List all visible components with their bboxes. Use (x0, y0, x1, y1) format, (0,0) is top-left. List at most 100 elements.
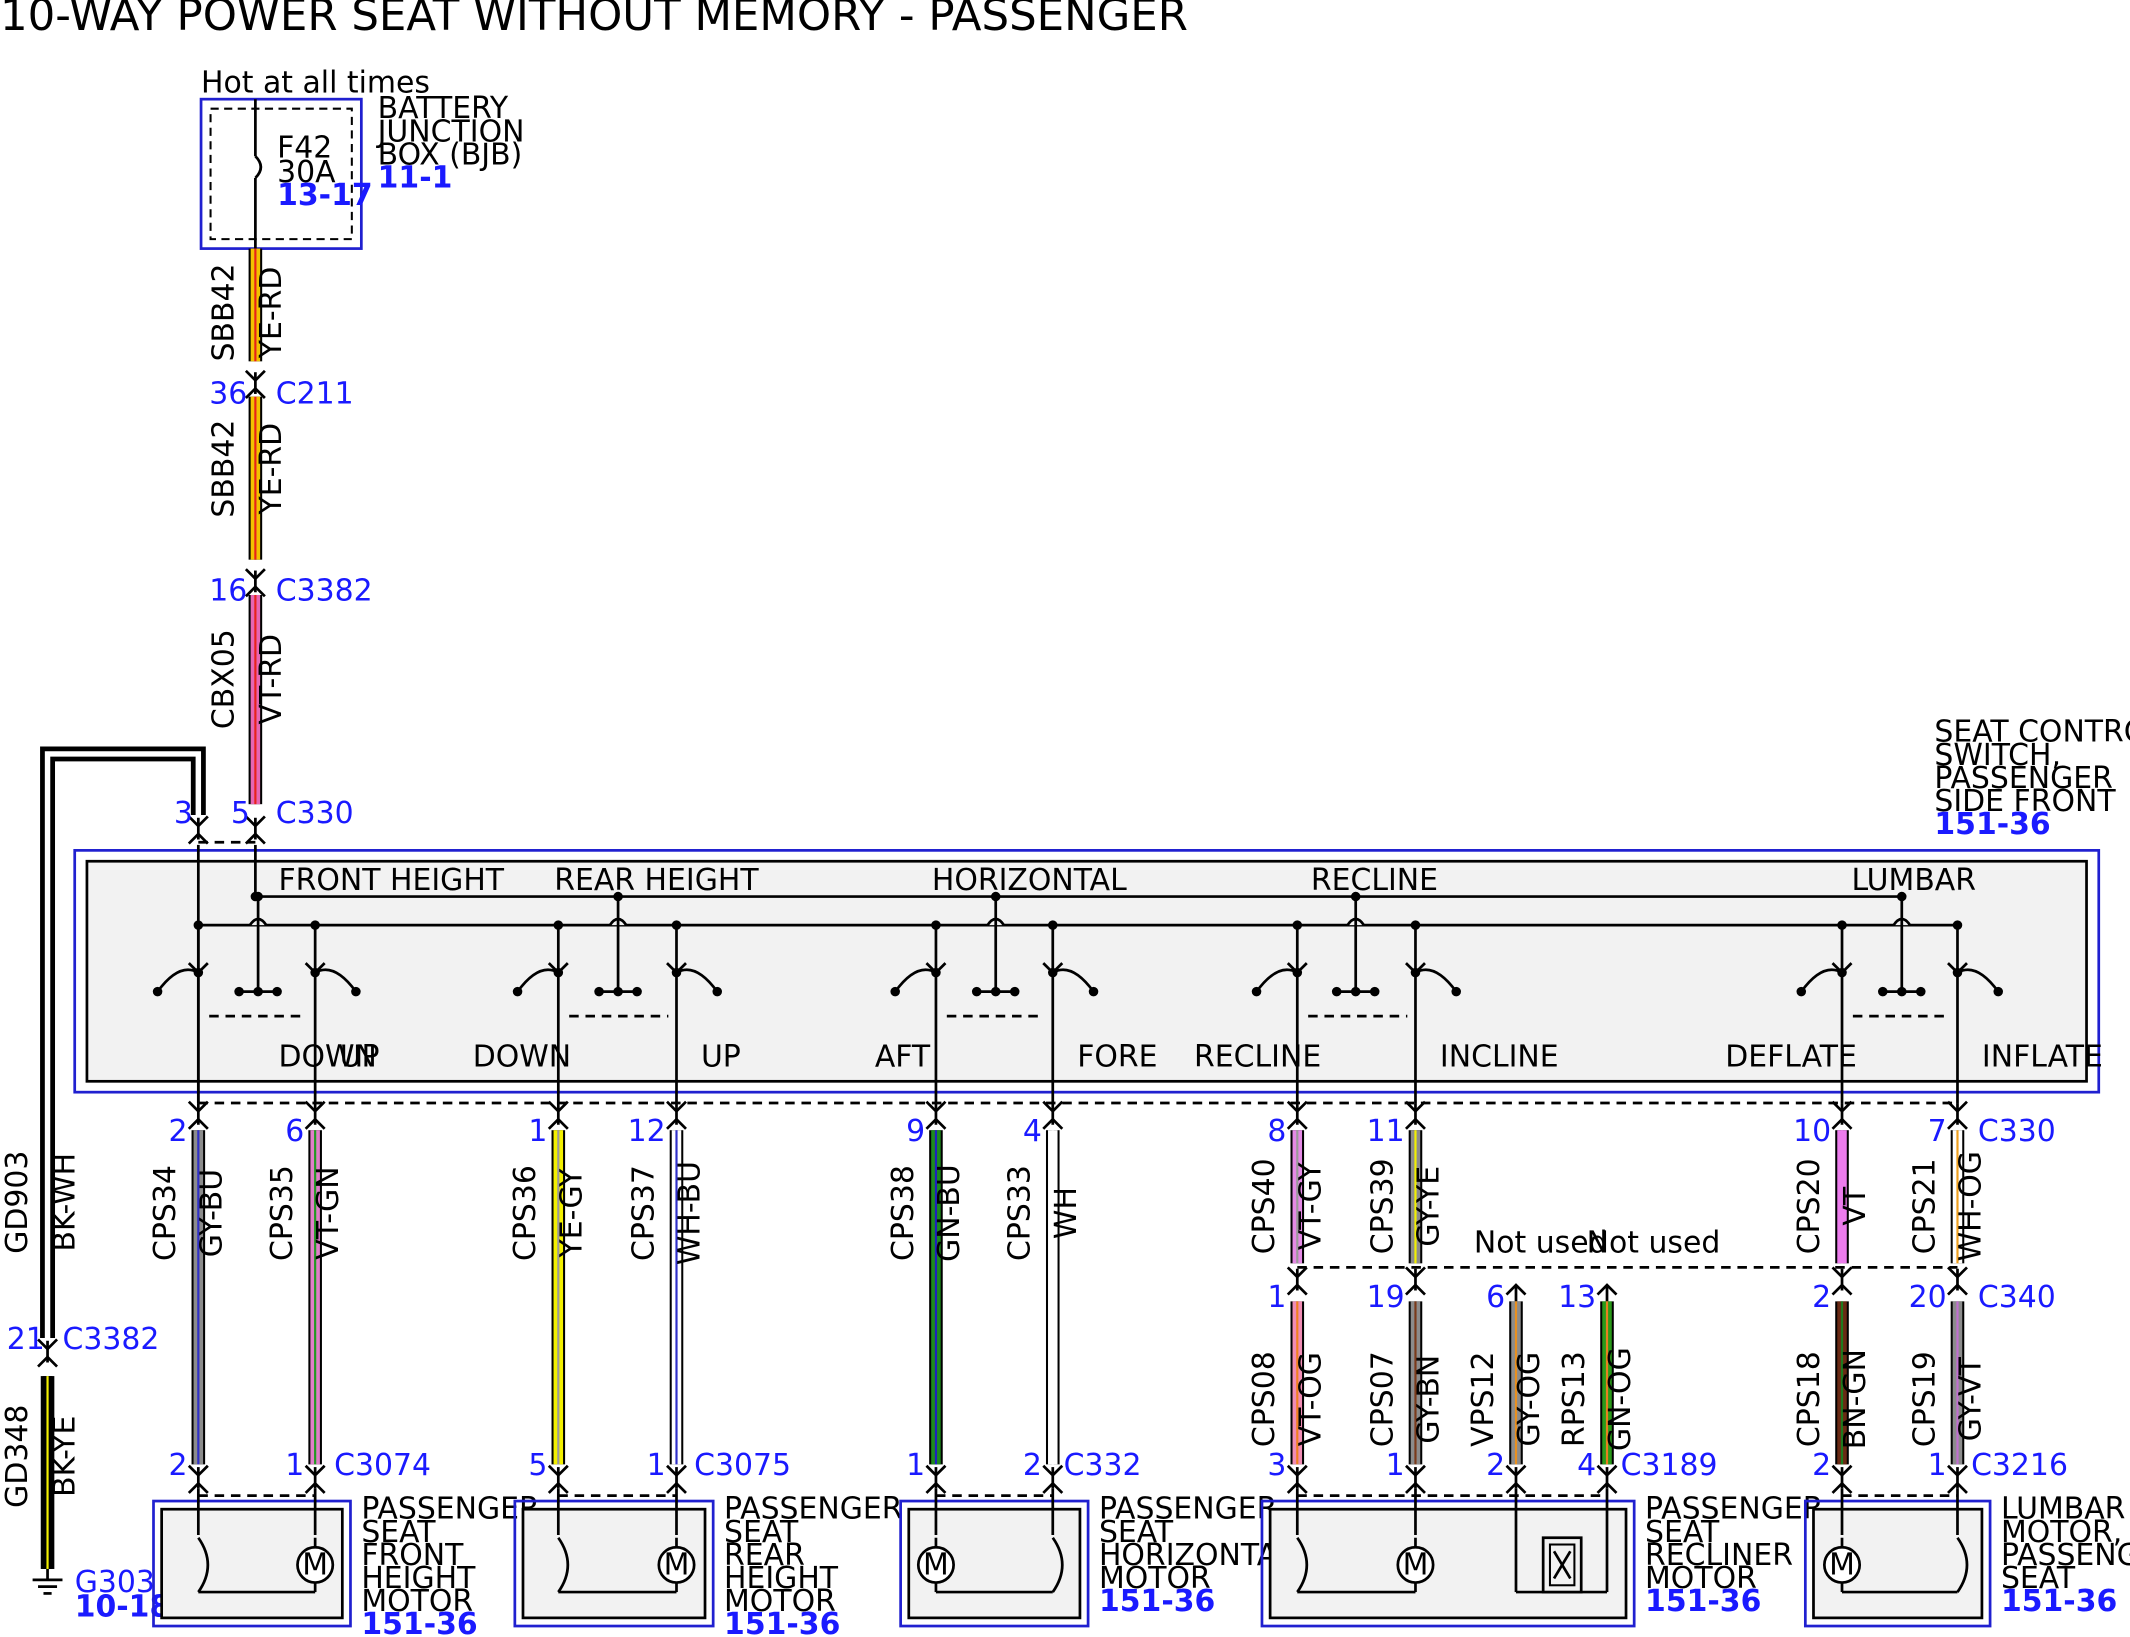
switch-section-name: FRONT HEIGHT (278, 863, 504, 898)
switch-right-label: UP (701, 1039, 741, 1074)
c340-pin: 2 (1812, 1280, 1831, 1315)
c340-wire-circuit: CPS18 (1792, 1351, 1827, 1447)
c340-wire-circuit: CPS07 (1365, 1351, 1400, 1447)
switch-output-color: GY-YE (1412, 1166, 1447, 1247)
switch-section-name: HORIZONTAL (932, 863, 1127, 898)
motor-icon-glyph: M (302, 1547, 328, 1582)
switch-output-wire-stripe (1051, 1130, 1054, 1465)
switch-output-color: YE-GY (554, 1168, 589, 1259)
switch-left-label: DOWN (473, 1039, 571, 1074)
c340-wire-color: BN-GN (1838, 1349, 1873, 1449)
fuse-icon (254, 155, 263, 179)
c330-output-pin: 2 (168, 1114, 187, 1149)
junction-dot (253, 891, 263, 902)
motor-icon-glyph: M (664, 1547, 690, 1582)
switch-output-circuit: CPS39 (1365, 1158, 1400, 1254)
feed-wire-2-color: YE-RD (254, 423, 289, 516)
junction-dot (1088, 986, 1099, 997)
c340-wire-color: GY-OG (1512, 1352, 1547, 1447)
junction-dot (632, 986, 642, 997)
switch-output-circuit: CPS35 (265, 1165, 300, 1261)
motor-icon-glyph: M (923, 1547, 949, 1582)
switch-section-name: RECLINE (1311, 863, 1438, 898)
switch-left-label: DEFLATE (1725, 1039, 1857, 1074)
c340-wire-color: VT-OG (1293, 1352, 1328, 1446)
junction-dot (1952, 920, 1963, 930)
c330-output-pin: 10 (1793, 1114, 1831, 1149)
c340-wire-circuit: CPS19 (1907, 1351, 1942, 1447)
junction-dot (1878, 986, 1888, 997)
junction-dot (613, 891, 623, 902)
motor-connector-label: C3189 (1621, 1448, 1718, 1483)
switch-right-label: UP (340, 1039, 380, 1074)
ground-lower-circuit: GD348 (0, 1405, 35, 1508)
c330-output-pin: 12 (628, 1114, 666, 1149)
switch-output-color: WH (1049, 1187, 1084, 1239)
ground-ref-link: 10-18 (75, 1590, 171, 1625)
junction-dot (890, 986, 900, 997)
motor-pin: 2 (1812, 1448, 1831, 1483)
junction-dot (310, 920, 320, 930)
switch-section-name: LUMBAR (1852, 863, 1977, 898)
junction-dot (1796, 986, 1807, 997)
motor-ref-link: 151-36 (1099, 1584, 1215, 1619)
c3382-ground-label: C3382 (62, 1322, 159, 1357)
junction-dot (1916, 986, 1926, 997)
switch-output-color: VT-GY (1293, 1162, 1328, 1250)
c330-output-pin: 7 (1928, 1114, 1947, 1149)
junction-dot (1897, 891, 1907, 902)
c340-pin: 13 (1558, 1280, 1596, 1315)
c3382-feed-pin: 16 (209, 573, 247, 608)
junction-dot (1350, 891, 1361, 902)
switch-left-label: RECLINE (1194, 1039, 1321, 1074)
c330-output-pin: 8 (1267, 1114, 1286, 1149)
c330-ground-pin: 3 (174, 796, 193, 831)
junction-dot (671, 920, 682, 930)
switch-output-circuit: CPS20 (1792, 1158, 1827, 1254)
motor-pin: 2 (168, 1448, 187, 1483)
junction-dot (712, 986, 722, 997)
junction-dot (234, 986, 244, 997)
junction-dot (990, 986, 1001, 997)
junction-dot (1331, 986, 1342, 997)
motor-pin: 5 (528, 1448, 547, 1483)
switch-right-label: FORE (1077, 1039, 1157, 1074)
motor-connector-label: C3074 (334, 1448, 431, 1483)
motor-pin: 3 (1267, 1448, 1286, 1483)
junction-dot (931, 920, 941, 930)
switch-section-name: REAR HEIGHT (554, 863, 759, 898)
switch-right-label: INCLINE (1440, 1039, 1559, 1074)
switch-output-circuit: CPS34 (148, 1165, 183, 1261)
switch-output-circuit: CPS40 (1247, 1158, 1282, 1254)
motor-pin: 1 (285, 1448, 304, 1483)
c330-feed-pin: 5 (231, 796, 250, 831)
switch-output-color: GN-BU (932, 1164, 967, 1262)
bjb-ref-link: 11-1 (378, 160, 453, 195)
feed-wire-3-circuit: CBX05 (207, 629, 242, 729)
switch-output-color: VT (1838, 1186, 1873, 1225)
switch-output-color: GY-BU (194, 1169, 229, 1257)
c340-label: C340 (1978, 1280, 2056, 1315)
c340-wire-color: GY-BN (1412, 1355, 1447, 1444)
junction-dot (1897, 986, 1907, 997)
junction-dot (990, 891, 1001, 902)
feed-wire-2-circuit: SBB42 (207, 420, 242, 518)
junction-dot (512, 986, 523, 997)
c3382-feed-label: C3382 (276, 573, 373, 608)
junction-dot (1009, 986, 1020, 997)
fuse-ref-link: 13-17 (277, 178, 373, 213)
motor-pin: 1 (1386, 1448, 1405, 1483)
c3382-ground-pin: 21 (7, 1322, 45, 1357)
c330-output-label: C330 (1978, 1114, 2056, 1149)
junction-dot (971, 986, 982, 997)
ground-upper-circuit: GD903 (0, 1151, 35, 1254)
motor-icon-glyph: M (1403, 1547, 1429, 1582)
c330-output-pin: 6 (285, 1114, 304, 1149)
motor-pin: 1 (1928, 1448, 1947, 1483)
motor-ref-link: 151-36 (1645, 1584, 1761, 1619)
motor-pin: 1 (906, 1448, 925, 1483)
c330-output-pin: 9 (906, 1114, 925, 1149)
motor-pin: 2 (1023, 1448, 1042, 1483)
c330-output-pin: 1 (528, 1114, 547, 1149)
junction-dot (594, 986, 604, 997)
